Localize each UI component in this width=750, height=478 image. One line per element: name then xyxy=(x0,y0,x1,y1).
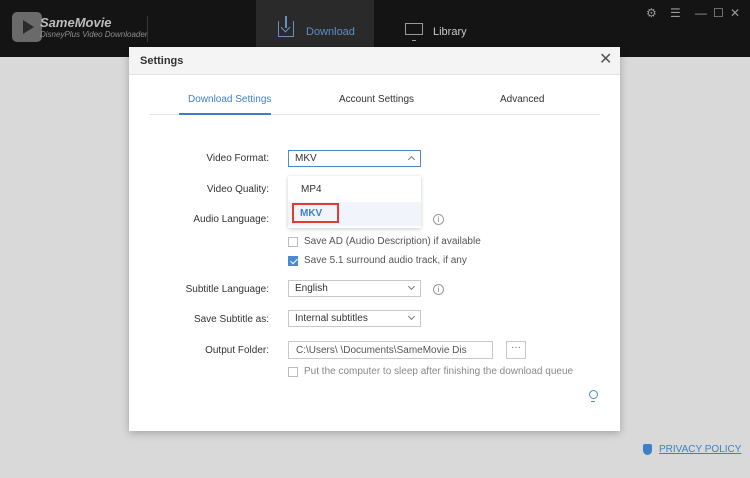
save-ad-checkbox[interactable] xyxy=(288,237,298,247)
download-icon xyxy=(278,16,294,37)
bulb-icon[interactable] xyxy=(589,390,598,402)
active-tab-indicator xyxy=(179,113,271,115)
privacy-policy-label: PRIVACY POLICY xyxy=(659,444,742,455)
app-name: SameMovie xyxy=(40,15,112,30)
tab-advanced[interactable]: Advanced xyxy=(500,94,544,105)
video-format-select[interactable]: MKV xyxy=(288,150,421,167)
logo-icon xyxy=(12,12,42,42)
output-folder-label: Output Folder: xyxy=(205,345,269,356)
app-subtitle: DisneyPlus Video Downloader xyxy=(40,30,148,39)
video-quality-label: Video Quality: xyxy=(206,184,269,195)
audio-language-label: Audio Language: xyxy=(193,214,269,225)
output-folder-input[interactable]: C:\Users\ \Documents\SameMovie Dis xyxy=(288,341,493,359)
dialog-title: Settings xyxy=(140,55,184,67)
video-format-value: MKV xyxy=(295,153,317,164)
subtitle-language-select[interactable]: English xyxy=(288,280,421,297)
chevron-down-icon xyxy=(407,312,416,321)
sleep-after-checkbox[interactable] xyxy=(288,367,298,377)
settings-tabs: Download Settings Account Settings Advan… xyxy=(149,85,600,115)
minimize-button[interactable]: — xyxy=(695,6,707,20)
chevron-up-icon xyxy=(407,155,416,164)
option-mkv[interactable]: MKV xyxy=(288,202,421,226)
save-subtitle-as-value: Internal subtitles xyxy=(295,313,368,324)
tab-account-settings[interactable]: Account Settings xyxy=(339,94,414,105)
browse-button[interactable]: ··· xyxy=(506,341,526,359)
subtitle-language-value: English xyxy=(295,283,328,294)
save-subtitle-as-select[interactable]: Internal subtitles xyxy=(288,310,421,327)
option-mp4[interactable]: MP4 xyxy=(288,178,421,202)
sleep-after-label: Put the computer to sleep after finishin… xyxy=(304,366,574,377)
brand-divider xyxy=(147,16,148,42)
gear-icon[interactable]: ⚙ xyxy=(646,6,657,20)
settings-dialog: Settings ✕ Download Settings Account Set… xyxy=(129,47,620,431)
subtitle-language-label: Subtitle Language: xyxy=(185,284,269,295)
info-icon[interactable]: i xyxy=(433,214,444,225)
option-mkv-label: MKV xyxy=(300,208,323,219)
maximize-button[interactable]: ☐ xyxy=(713,6,724,20)
video-format-label: Video Format: xyxy=(206,153,269,164)
window-close-button[interactable]: ✕ xyxy=(730,6,740,20)
chevron-down-icon xyxy=(407,282,416,291)
nav-library-label: Library xyxy=(433,26,467,38)
shield-icon xyxy=(643,444,652,455)
save-51-label: Save 5.1 surround audio track, if any xyxy=(304,255,467,266)
dialog-header: Settings ✕ xyxy=(129,47,620,75)
save-subtitle-as-label: Save Subtitle as: xyxy=(193,314,269,325)
library-icon xyxy=(405,23,423,41)
dialog-close-icon[interactable]: ✕ xyxy=(599,51,612,69)
save-51-checkbox[interactable] xyxy=(288,256,298,266)
nav-download-label: Download xyxy=(306,26,355,38)
video-format-dropdown: MP4 MKV xyxy=(288,176,421,228)
info-icon[interactable]: i xyxy=(433,284,444,295)
tab-download-settings[interactable]: Download Settings xyxy=(188,94,271,105)
menu-icon[interactable]: ☰ xyxy=(670,6,681,20)
save-ad-label: Save AD (Audio Description) if available xyxy=(304,236,481,247)
